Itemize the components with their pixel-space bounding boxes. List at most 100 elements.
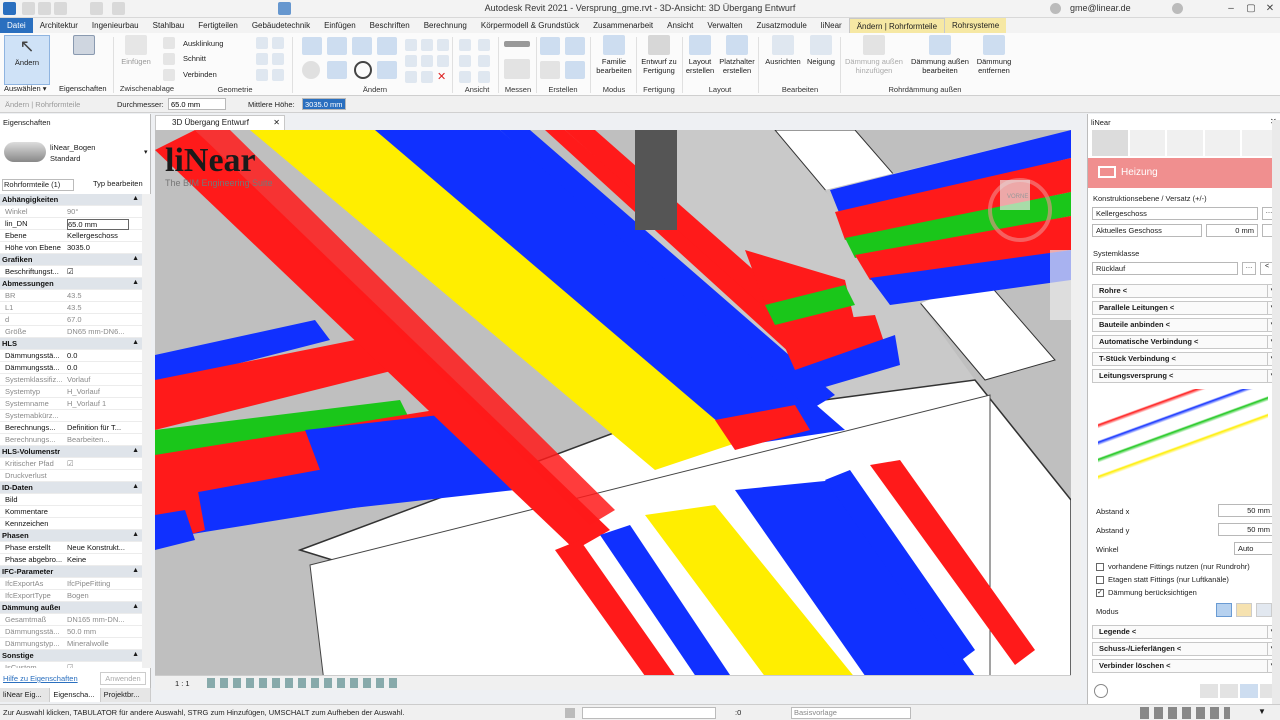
distance-y-input[interactable]: 50 mm: [1218, 523, 1274, 536]
property-value[interactable]: ☑: [67, 663, 129, 668]
unpin-icon[interactable]: [421, 71, 433, 83]
workset-select[interactable]: [582, 707, 716, 719]
property-row[interactable]: Kommentare: [0, 506, 142, 518]
bottom-section-header-0[interactable]: Legende <▾: [1092, 625, 1278, 639]
slope-button[interactable]: Neigung: [804, 35, 838, 66]
property-row[interactable]: Berechnungs... Bearbeiten...: [0, 434, 142, 446]
view-cube[interactable]: VORNE: [1007, 194, 1028, 200]
collapse-icon[interactable]: ▲: [132, 339, 139, 346]
properties-help-link[interactable]: Hilfe zu Eigenschaften: [3, 674, 78, 683]
view-tab[interactable]: 3D Übergang Entwurf ✕: [155, 115, 285, 130]
create-part-icon[interactable]: [540, 61, 560, 79]
collapse-icon[interactable]: ▲: [132, 531, 139, 538]
property-row[interactable]: Druckverlust: [0, 470, 142, 482]
mirror-icon[interactable]: [352, 37, 372, 55]
property-row[interactable]: Kritischer Pfad ☑: [0, 458, 142, 470]
refresh-icon[interactable]: [1094, 684, 1108, 698]
design-to-fabrication-button[interactable]: Entwurf zu Fertigung: [638, 35, 680, 75]
model-canvas[interactable]: [155, 130, 1071, 690]
modify-small-5-icon[interactable]: [421, 55, 433, 67]
property-value[interactable]: 50.0 mm: [67, 627, 129, 636]
bottom-tool-3-icon[interactable]: [1240, 684, 1258, 698]
cut-geometry-button[interactable]: Schnitt: [183, 54, 206, 63]
property-group[interactable]: Sonstige ▲: [0, 650, 142, 662]
option-existing-fittings[interactable]: vorhandene Fittings nutzen (nur Rundrohr…: [1096, 562, 1250, 572]
property-group[interactable]: IFC-Parameter ▲: [0, 566, 142, 578]
close-button[interactable]: ✕: [1263, 2, 1277, 15]
selection-filters-icon[interactable]: [1140, 707, 1230, 719]
collapse-icon[interactable]: ▲: [132, 651, 139, 658]
filter-icon[interactable]: ▼: [1258, 707, 1266, 716]
pin-icon[interactable]: [405, 71, 417, 83]
property-row[interactable]: Systemtyp H_Vorlauf: [0, 386, 142, 398]
property-value[interactable]: 3035.0: [67, 243, 129, 252]
modify-small-1-icon[interactable]: [405, 39, 417, 51]
cut-icon[interactable]: [163, 37, 175, 49]
maximize-button[interactable]: ▢: [1244, 2, 1258, 15]
create-assembly-icon[interactable]: [565, 61, 585, 79]
collapse-icon[interactable]: ▲: [132, 447, 139, 454]
view-controls-icon[interactable]: [207, 678, 397, 688]
workset-icon[interactable]: [565, 708, 575, 718]
pipes-tool-icon[interactable]: [1167, 130, 1203, 156]
minimize-button[interactable]: –: [1224, 2, 1238, 15]
property-value[interactable]: Vorlauf: [67, 375, 129, 384]
property-value[interactable]: H_Vorlauf: [67, 387, 129, 396]
angle-select[interactable]: Auto: [1234, 542, 1274, 555]
property-row[interactable]: Systemabkürz...: [0, 410, 142, 422]
justify-button[interactable]: Ausrichten: [762, 35, 804, 66]
tab-4[interactable]: Fertigteilen: [191, 18, 245, 33]
modify-small-2-icon[interactable]: [421, 39, 433, 51]
view-tool-6-icon[interactable]: [478, 71, 490, 83]
section-header-2[interactable]: Bauteile anbinden <▾: [1092, 318, 1278, 332]
edit-family-button[interactable]: Familie bearbeiten: [594, 35, 634, 75]
tab-7[interactable]: Beschriften: [363, 18, 417, 33]
bottom-section-header-2[interactable]: Verbinder löschen <▾: [1092, 659, 1278, 673]
property-row[interactable]: L1 43.5: [0, 302, 142, 314]
height-input[interactable]: [302, 98, 346, 110]
tab-9[interactable]: Körpermodell & Grundstück: [474, 18, 586, 33]
property-value[interactable]: Neue Konstrukt...: [67, 543, 129, 552]
copy-element-icon[interactable]: [327, 61, 347, 79]
modify-small-6-icon[interactable]: [437, 55, 449, 67]
property-row[interactable]: IsCustom ☑: [0, 662, 142, 668]
view-tool-5-icon[interactable]: [459, 71, 471, 83]
property-row[interactable]: Beschriftungst... ☑: [0, 266, 142, 278]
grid-tool-icon[interactable]: [1204, 130, 1241, 156]
property-row[interactable]: BR 43.5: [0, 290, 142, 302]
mode-1-icon[interactable]: [1216, 603, 1232, 617]
3d-viewport[interactable]: liNear The BIM Engineering Suite VORNE 1…: [155, 130, 1071, 690]
type-selector-chevron-icon[interactable]: ▾: [144, 148, 148, 156]
select-dropdown[interactable]: Auswählen ▾: [4, 84, 47, 93]
property-value[interactable]: ☑: [67, 267, 129, 276]
add-insulation-button[interactable]: Dämmung außen hinzufügen: [842, 35, 906, 75]
copy-icon[interactable]: [163, 53, 175, 65]
bottom-tool-1-icon[interactable]: [1200, 684, 1218, 698]
tab-8[interactable]: Berechnung: [417, 18, 474, 33]
draw-tool-icon[interactable]: [1129, 130, 1166, 156]
property-value[interactable]: 65.0 mm: [67, 219, 129, 230]
tab-13[interactable]: Zusatzmodule: [750, 18, 814, 33]
offset-icon[interactable]: [327, 37, 347, 55]
property-value[interactable]: Bearbeiten...: [67, 435, 129, 444]
property-row[interactable]: IfcExportType Bogen: [0, 590, 142, 602]
property-row[interactable]: Phase erstellt Neue Konstrukt...: [0, 542, 142, 554]
property-row[interactable]: Dämmungstyp... Mineralwolle: [0, 638, 142, 650]
property-group[interactable]: Abmessungen ▲: [0, 278, 142, 290]
tab-12[interactable]: Verwalten: [700, 18, 749, 33]
tab-10[interactable]: Zusammenarbeit: [586, 18, 660, 33]
view-tool-1-icon[interactable]: [459, 39, 471, 51]
property-row[interactable]: Größe DN65 mm-DN6...: [0, 326, 142, 338]
properties-button[interactable]: [58, 35, 110, 57]
match-icon[interactable]: [163, 69, 175, 81]
help-icon[interactable]: [1172, 3, 1183, 14]
property-row[interactable]: IfcExportAs IfcPipeFitting: [0, 578, 142, 590]
remove-insulation-button[interactable]: Dämmung entfernen: [972, 35, 1016, 75]
insulation-checkbox[interactable]: ✓: [1096, 589, 1104, 598]
geometry-tool-2-icon[interactable]: [256, 53, 268, 65]
modify-small-4-icon[interactable]: [405, 55, 417, 67]
property-row[interactable]: Winkel 90°: [0, 206, 142, 218]
tab-15[interactable]: Ändern | Rohrformteile: [848, 18, 946, 33]
property-group[interactable]: ID-Daten ▲: [0, 482, 142, 494]
viewport-scrollbar[interactable]: [1071, 130, 1081, 690]
